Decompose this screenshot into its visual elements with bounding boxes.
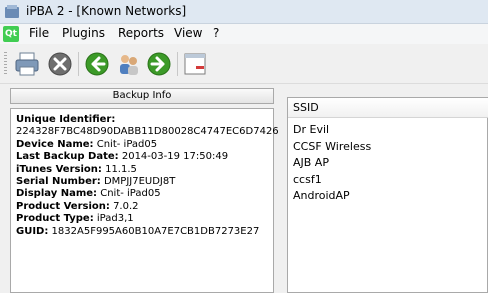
- close-circle-icon[interactable]: [46, 50, 74, 78]
- info-line-guid: GUID: 1832A5F995A60B10A7E7CB1DB7273E27: [16, 225, 260, 237]
- back-arrow-icon[interactable]: [83, 50, 111, 78]
- list-item[interactable]: AndroidAP: [293, 188, 371, 205]
- menu-reports[interactable]: Reports: [118, 26, 164, 40]
- printer-icon[interactable]: [13, 50, 41, 78]
- menu-file[interactable]: File: [29, 26, 49, 40]
- list-item[interactable]: AJB AP: [293, 155, 371, 172]
- window-icon[interactable]: [181, 50, 209, 78]
- menu-help[interactable]: ?: [213, 26, 219, 40]
- known-networks-list[interactable]: SSID Dr Evil CCSF Wireless AJB AP ccsf1 …: [287, 97, 488, 293]
- menu-bar: Qt File Plugins Reports View ?: [0, 24, 488, 44]
- toolbar-grip[interactable]: [4, 52, 7, 76]
- info-line-device-name: Device Name: Cnit- iPad05: [16, 138, 158, 150]
- toolbar-separator: [78, 52, 79, 76]
- info-line-product-version: Product Version: 7.0.2: [16, 200, 139, 212]
- menu-plugins[interactable]: Plugins: [62, 26, 105, 40]
- info-line-serial-number: Serial Number: DMPJJ7EUDJ8T: [16, 175, 176, 187]
- info-line-unique-identifier-value: 224328F7BC48D90DABB11D80028C4747EC6D7426: [16, 126, 279, 138]
- backup-info-panel: Backup Info Unique Identifier: 224328F7B…: [10, 88, 279, 293]
- window-title: iPBA 2 - [Known Networks]: [26, 4, 187, 18]
- ssid-column-header[interactable]: SSID: [288, 98, 488, 118]
- list-item[interactable]: CCSF Wireless: [293, 139, 371, 156]
- backup-info-content: Unique Identifier: 224328F7BC48D90DABB11…: [10, 108, 279, 293]
- info-line-last-backup-date: Last Backup Date: 2014-03-19 17:50:49: [16, 151, 229, 163]
- info-line-product-type: Product Type: iPad3,1: [16, 213, 134, 225]
- info-line-unique-identifier: Unique Identifier:: [16, 114, 116, 125]
- info-line-itunes-version: iTunes Version: 11.1.5: [16, 163, 137, 175]
- users-icon[interactable]: [115, 50, 143, 78]
- backup-info-header[interactable]: Backup Info: [10, 88, 274, 104]
- ssid-list: Dr Evil CCSF Wireless AJB AP ccsf1 Andro…: [293, 122, 371, 205]
- info-line-display-name: Display Name: Cnit- iPad05: [16, 188, 161, 200]
- qt-logo-icon: Qt: [3, 26, 19, 42]
- forward-arrow-icon[interactable]: [145, 50, 173, 78]
- toolbar-separator: [177, 52, 178, 76]
- app-icon: [5, 5, 19, 18]
- toolbar: [0, 44, 488, 84]
- list-item[interactable]: Dr Evil: [293, 122, 371, 139]
- list-item[interactable]: ccsf1: [293, 172, 371, 189]
- menu-view[interactable]: View: [174, 26, 202, 40]
- title-bar: iPBA 2 - [Known Networks]: [0, 0, 488, 24]
